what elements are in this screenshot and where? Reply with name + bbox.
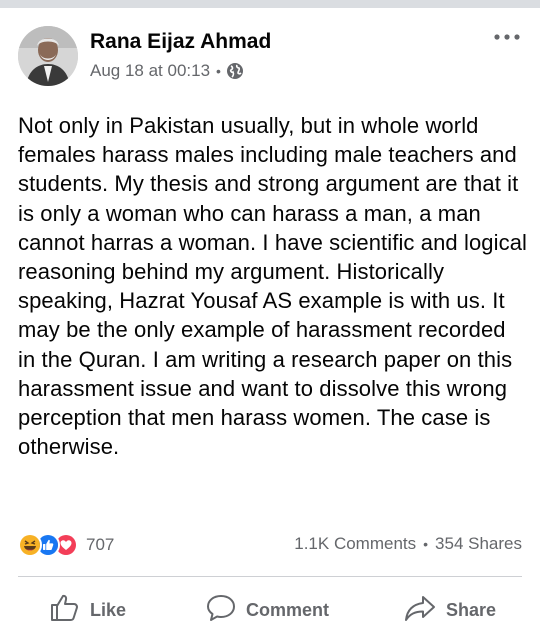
- reactions-summary[interactable]: 707: [18, 531, 114, 559]
- post-actions: Like Comment Share: [0, 588, 540, 632]
- engagement-counts: 1.1K Comments • 354 Shares: [294, 534, 522, 554]
- comment-button[interactable]: Comment: [206, 588, 329, 632]
- post-stats: 707 1.1K Comments • 354 Shares: [18, 531, 522, 559]
- like-label: Like: [90, 599, 127, 620]
- like-button[interactable]: Like: [50, 588, 126, 632]
- shares-count[interactable]: 354 Shares: [435, 534, 522, 554]
- author-name[interactable]: Rana Eijaz Ahmad: [90, 30, 271, 54]
- meta-separator: •: [216, 63, 221, 79]
- comment-label: Comment: [246, 599, 330, 620]
- share-label: Share: [446, 599, 497, 620]
- avatar-image: [18, 26, 78, 86]
- share-arrow-icon: [404, 594, 436, 627]
- comments-count[interactable]: 1.1K Comments: [294, 534, 416, 554]
- thumbs-up-icon: [50, 594, 80, 627]
- haha-icon: [18, 533, 42, 557]
- more-options-icon[interactable]: [492, 28, 522, 46]
- post-header: Rana Eijaz Ahmad Aug 18 at 00:13 •: [18, 26, 522, 96]
- author-avatar[interactable]: [18, 26, 78, 86]
- share-button[interactable]: Share: [404, 588, 496, 632]
- stats-separator: •: [423, 536, 429, 552]
- post-timestamp[interactable]: Aug 18 at 00:13: [90, 61, 210, 81]
- reaction-count: 707: [86, 535, 115, 554]
- actions-divider: [18, 576, 522, 577]
- globe-icon[interactable]: [226, 62, 244, 80]
- post-card: Rana Eijaz Ahmad Aug 18 at 00:13 • Not o…: [0, 8, 540, 640]
- top-divider-strip: [0, 0, 540, 8]
- comment-bubble-icon: [206, 594, 236, 627]
- post-meta: Aug 18 at 00:13 •: [90, 61, 244, 81]
- post-body-text: Not only in Pakistan usually, but in who…: [18, 113, 528, 460]
